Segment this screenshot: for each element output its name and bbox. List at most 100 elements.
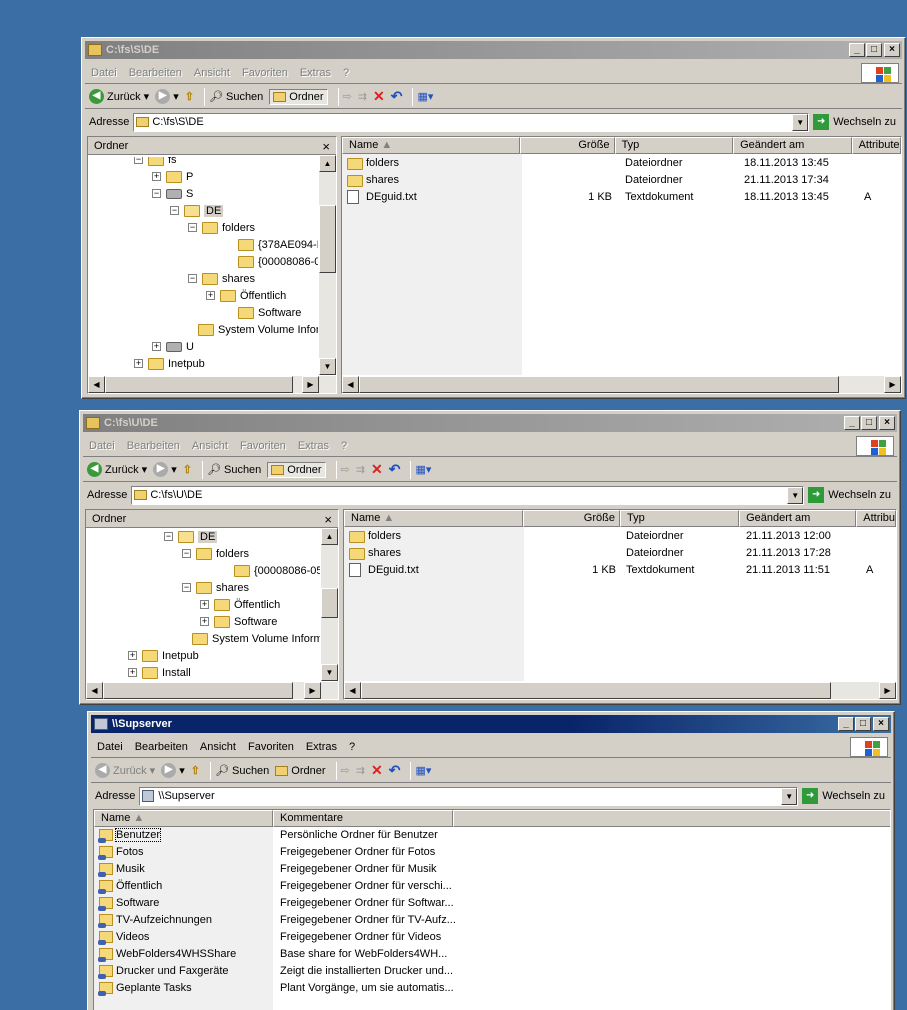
share-row[interactable]: TV-Aufzeichnungen Freigegebener Ordner fü… bbox=[94, 912, 890, 929]
copy-to-button[interactable]: ⇉ bbox=[356, 463, 365, 476]
copy-to-button[interactable]: ⇉ bbox=[356, 764, 365, 777]
minimize-button[interactable]: _ bbox=[849, 43, 865, 57]
scroll-thumb[interactable] bbox=[105, 376, 293, 393]
tree-item[interactable]: − fs bbox=[134, 157, 177, 168]
delete-button[interactable]: ✕ bbox=[373, 88, 385, 105]
search-button[interactable]: 🔎︎ Suchen bbox=[209, 90, 263, 104]
up-folder-button[interactable]: ⇧ bbox=[183, 463, 192, 476]
scroll-left-button[interactable]: ◀ bbox=[88, 376, 105, 393]
forward-button[interactable]: ▶ ▾ bbox=[161, 763, 185, 778]
tree-item[interactable]: − shares bbox=[188, 270, 255, 287]
tree-item[interactable]: + Öffentlich bbox=[200, 596, 280, 613]
collapse-icon[interactable]: − bbox=[152, 189, 161, 198]
header-name[interactable]: Name ▲ bbox=[94, 810, 273, 827]
tree-item[interactable]: System Volume Informati bbox=[178, 630, 320, 647]
scroll-up-button[interactable]: ▲ bbox=[321, 528, 338, 545]
horizontal-scrollbar[interactable]: ◀ ▶ bbox=[344, 682, 896, 699]
up-folder-button[interactable]: ⇧ bbox=[185, 90, 194, 103]
horizontal-scrollbar[interactable]: ◀ ▶ bbox=[342, 376, 901, 393]
scroll-thumb[interactable] bbox=[103, 682, 293, 699]
menu-help[interactable]: ? bbox=[337, 67, 355, 79]
expand-icon[interactable]: + bbox=[134, 359, 143, 368]
back-button[interactable]: ◀ Zurück ▾ bbox=[87, 462, 147, 477]
header-size[interactable]: Größe bbox=[519, 137, 615, 154]
scroll-left-button[interactable]: ◀ bbox=[86, 682, 103, 699]
file-row[interactable]: DEguid.txt 1 KB Textdokument 21.11.2013 11:… bbox=[344, 562, 896, 579]
expand-icon[interactable]: + bbox=[128, 668, 137, 677]
tree-item[interactable]: {00008086-058D bbox=[220, 562, 320, 579]
scroll-up-button[interactable]: ▲ bbox=[319, 155, 336, 172]
header-modified[interactable]: Geändert am bbox=[733, 137, 852, 154]
share-row[interactable]: WebFolders4WHSShare Base share for WebFol… bbox=[94, 946, 890, 963]
header-name[interactable]: Name ▲ bbox=[344, 510, 523, 527]
menu-ansicht[interactable]: Ansicht bbox=[188, 67, 236, 79]
tree-item[interactable]: + Inetpub bbox=[134, 355, 205, 372]
menu-ansicht[interactable]: Ansicht bbox=[186, 440, 234, 452]
horizontal-scrollbar[interactable]: ◀ ▶ bbox=[88, 376, 336, 393]
menu-datei[interactable]: Datei bbox=[83, 440, 121, 452]
scroll-down-button[interactable]: ▼ bbox=[321, 664, 338, 681]
search-button[interactable]: 🔎︎ Suchen bbox=[215, 764, 269, 778]
folders-button[interactable]: Ordner bbox=[269, 88, 328, 105]
close-button[interactable]: × bbox=[879, 416, 895, 430]
forward-button[interactable]: ▶ ▾ bbox=[155, 89, 179, 104]
tree-item[interactable]: + Software bbox=[200, 613, 277, 630]
file-row[interactable]: folders Dateiordner 21.11.2013 12:00 bbox=[344, 528, 896, 545]
expand-icon[interactable]: + bbox=[200, 617, 209, 626]
undo-button[interactable]: ↶ bbox=[389, 762, 401, 779]
collapse-icon[interactable]: − bbox=[182, 583, 191, 592]
menu-bearbeiten[interactable]: Bearbeiten bbox=[121, 440, 186, 452]
scroll-thumb[interactable] bbox=[321, 588, 338, 618]
tree-item[interactable]: + P bbox=[152, 168, 193, 185]
menu-extras[interactable]: Extras bbox=[292, 440, 335, 452]
undo-button[interactable]: ↶ bbox=[391, 88, 403, 105]
scroll-down-button[interactable]: ▼ bbox=[319, 358, 336, 375]
maximize-button[interactable]: □ bbox=[855, 717, 871, 731]
header-attributes[interactable]: Attribu bbox=[856, 510, 896, 527]
go-button[interactable]: ➜ Wechseln zu bbox=[813, 114, 902, 130]
views-button[interactable]: ▦▾ bbox=[415, 764, 431, 777]
close-pane-icon[interactable]: × bbox=[324, 512, 332, 527]
views-button[interactable]: ▦▾ bbox=[417, 90, 433, 103]
menu-bearbeiten[interactable]: Bearbeiten bbox=[123, 67, 188, 79]
expand-icon[interactable]: + bbox=[206, 291, 215, 300]
expand-icon[interactable]: + bbox=[152, 342, 161, 351]
header-type[interactable]: Typ bbox=[619, 510, 740, 527]
search-button[interactable]: 🔎︎ Suchen bbox=[207, 463, 261, 477]
back-button[interactable]: ◀ Zurück ▾ bbox=[95, 763, 155, 778]
minimize-button[interactable]: _ bbox=[838, 717, 854, 731]
close-pane-icon[interactable]: × bbox=[322, 139, 330, 154]
header-name[interactable]: Name ▲ bbox=[342, 137, 520, 154]
tree-item[interactable]: − DE bbox=[164, 530, 218, 545]
address-dropdown-button[interactable]: ▼ bbox=[787, 486, 804, 504]
title-bar[interactable]: C:\fs\S\DE _ □ × bbox=[85, 41, 902, 59]
move-to-button[interactable]: ⇨ bbox=[343, 90, 352, 103]
share-row[interactable]: Videos Freigegebener Ordner für Videos bbox=[94, 929, 890, 946]
maximize-button[interactable]: □ bbox=[866, 43, 882, 57]
menu-extras[interactable]: Extras bbox=[300, 741, 343, 753]
menu-datei[interactable]: Datei bbox=[91, 741, 129, 753]
folders-button[interactable]: Ordner bbox=[267, 461, 326, 478]
folders-button[interactable]: Ordner bbox=[275, 765, 326, 777]
collapse-icon[interactable]: − bbox=[170, 206, 179, 215]
header-comments[interactable]: Kommentare bbox=[273, 810, 453, 827]
tree-item[interactable]: System Volume Informat bbox=[184, 321, 318, 338]
scroll-thumb[interactable] bbox=[319, 205, 336, 273]
header-type[interactable]: Typ bbox=[614, 137, 734, 154]
header-modified[interactable]: Geändert am bbox=[739, 510, 857, 527]
tree-item[interactable]: − folders bbox=[182, 545, 249, 562]
maximize-button[interactable]: □ bbox=[861, 416, 877, 430]
views-button[interactable]: ▦▾ bbox=[415, 463, 431, 476]
menu-help[interactable]: ? bbox=[335, 440, 353, 452]
address-dropdown-button[interactable]: ▼ bbox=[781, 787, 798, 805]
scroll-thumb[interactable] bbox=[359, 376, 839, 393]
title-bar[interactable]: C:\fs\U\DE _ □ × bbox=[83, 414, 897, 432]
collapse-icon[interactable]: − bbox=[134, 157, 143, 164]
scroll-right-button[interactable]: ▶ bbox=[302, 376, 319, 393]
share-row[interactable]: Geplante Tasks Plant Vorgänge, um sie aut… bbox=[94, 980, 890, 997]
tree-item[interactable]: − S bbox=[152, 185, 193, 202]
move-to-button[interactable]: ⇨ bbox=[341, 764, 350, 777]
title-bar[interactable]: \\Supserver _ □ × bbox=[91, 715, 891, 733]
tree-item[interactable]: + U bbox=[152, 338, 194, 355]
file-row[interactable]: shares Dateiordner 21.11.2013 17:28 bbox=[344, 545, 896, 562]
